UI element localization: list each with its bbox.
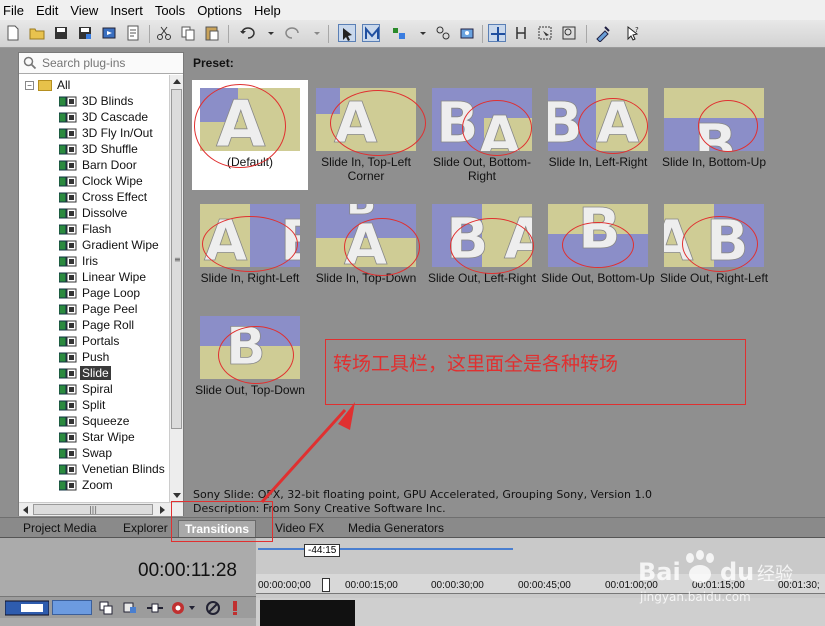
paw-logo-icon: [686, 550, 714, 583]
watermark-brand: Bai: [638, 558, 681, 586]
watermark-url: jingyan.baidu.com: [640, 590, 751, 604]
baidu-watermark: Bai du 经验 jingyan.baidu.com: [632, 546, 822, 624]
watermark-brand-du: du: [720, 558, 755, 586]
annotation-arrow-icon: [260, 402, 355, 504]
watermark-cn: 经验: [757, 564, 793, 585]
